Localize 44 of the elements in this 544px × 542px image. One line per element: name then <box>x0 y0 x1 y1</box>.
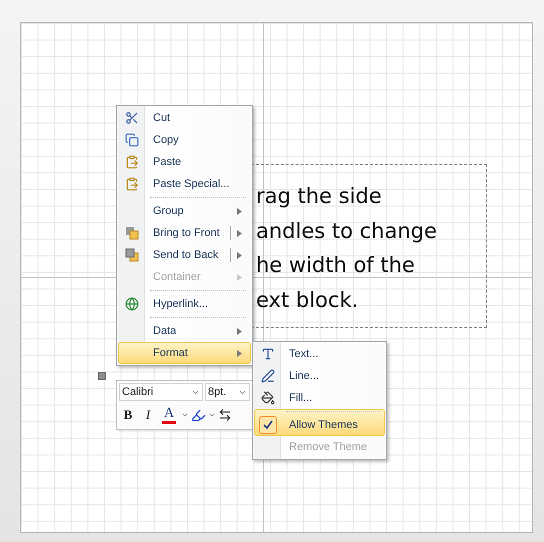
bold-button[interactable]: B <box>119 404 137 426</box>
menu-item[interactable]: Cut <box>118 107 251 129</box>
menu-item[interactable]: Data <box>118 315 251 342</box>
globe-icon <box>125 297 139 311</box>
submenu-arrow-icon <box>237 350 242 356</box>
text-line: andles to change <box>256 218 438 244</box>
text-line: he width of the <box>256 252 416 279</box>
clipboard-icon <box>125 155 139 169</box>
text-line: ext block. <box>256 286 360 314</box>
font-color-button[interactable]: A <box>159 404 180 426</box>
menu-item[interactable]: Paste <box>118 151 251 173</box>
caret-icon[interactable] <box>208 411 216 419</box>
paint-bucket-icon <box>261 391 275 405</box>
clipboard-icon <box>125 177 139 191</box>
menu-item[interactable]: Send to Back <box>118 244 251 266</box>
submenu-arrow-icon <box>237 208 242 214</box>
font-size-dropdown[interactable]: 8pt. <box>205 383 250 401</box>
selection-handle[interactable] <box>98 372 106 380</box>
highlighter-icon[interactable] <box>191 408 206 422</box>
font-dropdown[interactable]: Calibri <box>119 383 203 401</box>
swap-icon[interactable] <box>218 408 232 422</box>
menu-item[interactable]: Copy <box>118 129 251 151</box>
menu-item[interactable]: Allow Themes <box>254 409 385 436</box>
pen-icon <box>261 369 275 383</box>
caret-icon[interactable] <box>181 411 190 419</box>
text-icon <box>261 347 275 361</box>
menu-item[interactable]: Line... <box>254 365 385 387</box>
scissors-icon <box>125 111 139 125</box>
menu-item[interactable]: Hyperlink... <box>118 288 251 315</box>
submenu-arrow-icon <box>237 328 242 334</box>
text-line: rag the side <box>256 183 383 210</box>
menu-item[interactable]: Group <box>118 195 251 222</box>
menu-item[interactable]: Fill... <box>254 387 385 409</box>
menu-item[interactable]: Bring to Front <box>118 222 251 244</box>
send-back-icon <box>125 248 139 262</box>
menu-item[interactable]: Format <box>118 342 251 364</box>
italic-button[interactable]: I <box>139 404 157 426</box>
menu-item[interactable]: Paste Special... <box>118 173 251 195</box>
submenu-arrow-icon <box>237 230 242 236</box>
menu-item[interactable]: Text... <box>254 343 385 365</box>
submenu-arrow-icon <box>237 274 242 280</box>
bring-front-icon <box>125 226 139 240</box>
copy-icon <box>125 133 139 147</box>
submenu-arrow-icon <box>237 252 242 258</box>
